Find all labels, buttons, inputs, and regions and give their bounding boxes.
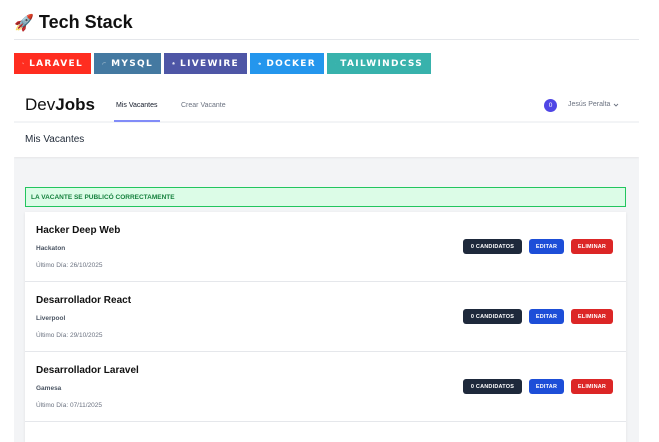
- readme-content: 🚀 Tech Stack LARAVEL MYSQL LIVEWIRE DOCK…: [0, 0, 659, 442]
- vacancy-row: Desarrollador Laravel Gamesa Último Día:…: [25, 352, 626, 422]
- vacancy-company: Liverpool: [36, 315, 66, 322]
- rocket-icon: 🚀: [14, 13, 34, 32]
- nav-link-crear-vacante[interactable]: Crear Vacante: [181, 102, 226, 109]
- candidates-button[interactable]: 0 CANDIDATOS: [463, 239, 522, 254]
- badge-row: LARAVEL MYSQL LIVEWIRE DOCKER TAILWINDCS…: [14, 53, 431, 74]
- tailwind-badge[interactable]: TAILWINDCSS: [327, 53, 431, 74]
- vacancy-title[interactable]: Desarrollador React: [36, 295, 131, 306]
- logo-bold: Jobs: [55, 95, 95, 114]
- candidates-button[interactable]: 0 CANDIDATOS: [463, 309, 522, 324]
- edit-button[interactable]: EDITAR: [529, 239, 564, 254]
- docker-badge[interactable]: DOCKER: [250, 53, 324, 74]
- edit-button[interactable]: EDITAR: [529, 309, 564, 324]
- nav-link-mis-vacantes[interactable]: Mis Vacantes: [116, 102, 158, 109]
- livewire-icon: [172, 62, 175, 65]
- laravel-badge[interactable]: LARAVEL: [14, 53, 91, 74]
- vacancy-title[interactable]: Desarrollador Laravel: [36, 365, 139, 376]
- active-link-underline: [114, 120, 160, 122]
- candidates-button[interactable]: 0 CANDIDATOS: [463, 379, 522, 394]
- user-name: Jesús Peralta: [568, 101, 611, 108]
- heading-divider: [14, 39, 639, 40]
- badge-label: DOCKER: [266, 58, 316, 69]
- badge-label: LIVEWIRE: [180, 58, 239, 69]
- delete-button[interactable]: ELIMINAR: [571, 379, 613, 394]
- vacancy-list: Hacker Deep Web Hackaton Último Día: 26/…: [25, 212, 626, 442]
- top-navigation: DevJobs Mis Vacantes Crear Vacante 0 Jes…: [14, 86, 639, 122]
- badge-label: MYSQL: [111, 58, 153, 69]
- vacancy-company: Hackaton: [36, 245, 66, 252]
- tech-stack-heading: 🚀 Tech Stack: [14, 12, 133, 33]
- logo-prefix: Dev: [25, 95, 56, 114]
- docker-icon: [258, 62, 262, 65]
- devjobs-logo[interactable]: DevJobs: [25, 95, 95, 115]
- devjobs-screenshot: DevJobs Mis Vacantes Crear Vacante 0 Jes…: [14, 86, 639, 442]
- vacancy-deadline: Último Día: 07/11/2025: [36, 402, 102, 409]
- chevron-down-icon: [614, 103, 619, 107]
- vacancy-row: Desarrollador React Liverpool Último Día…: [25, 282, 626, 352]
- delete-button[interactable]: ELIMINAR: [571, 309, 613, 324]
- notifications-badge[interactable]: 0: [544, 99, 557, 112]
- mysql-badge[interactable]: MYSQL: [94, 53, 161, 74]
- success-alert: LA VACANTE SE PUBLICÓ CORRECTAMENTE: [25, 187, 626, 207]
- badge-label: TAILWINDCSS: [340, 58, 423, 69]
- tech-stack-title: Tech Stack: [38, 12, 133, 32]
- page-header: Mis Vacantes: [14, 123, 639, 157]
- page-title: Mis Vacantes: [25, 134, 85, 145]
- livewire-badge[interactable]: LIVEWIRE: [164, 53, 247, 74]
- edit-button[interactable]: EDITAR: [529, 379, 564, 394]
- delete-button[interactable]: ELIMINAR: [571, 239, 613, 254]
- mysql-icon: [102, 62, 106, 65]
- laravel-icon: [22, 62, 24, 65]
- vacancy-row: Hacker Deep Web Hackaton Último Día: 26/…: [25, 212, 626, 282]
- user-menu[interactable]: Jesús Peralta: [568, 101, 619, 108]
- vacancy-deadline: Último Día: 29/10/2025: [36, 332, 103, 339]
- vacancy-deadline: Último Día: 26/10/2025: [36, 262, 103, 269]
- vacancy-title[interactable]: Hacker Deep Web: [36, 225, 120, 236]
- badge-label: LARAVEL: [29, 58, 83, 69]
- vacancy-company: Gamesa: [36, 385, 62, 392]
